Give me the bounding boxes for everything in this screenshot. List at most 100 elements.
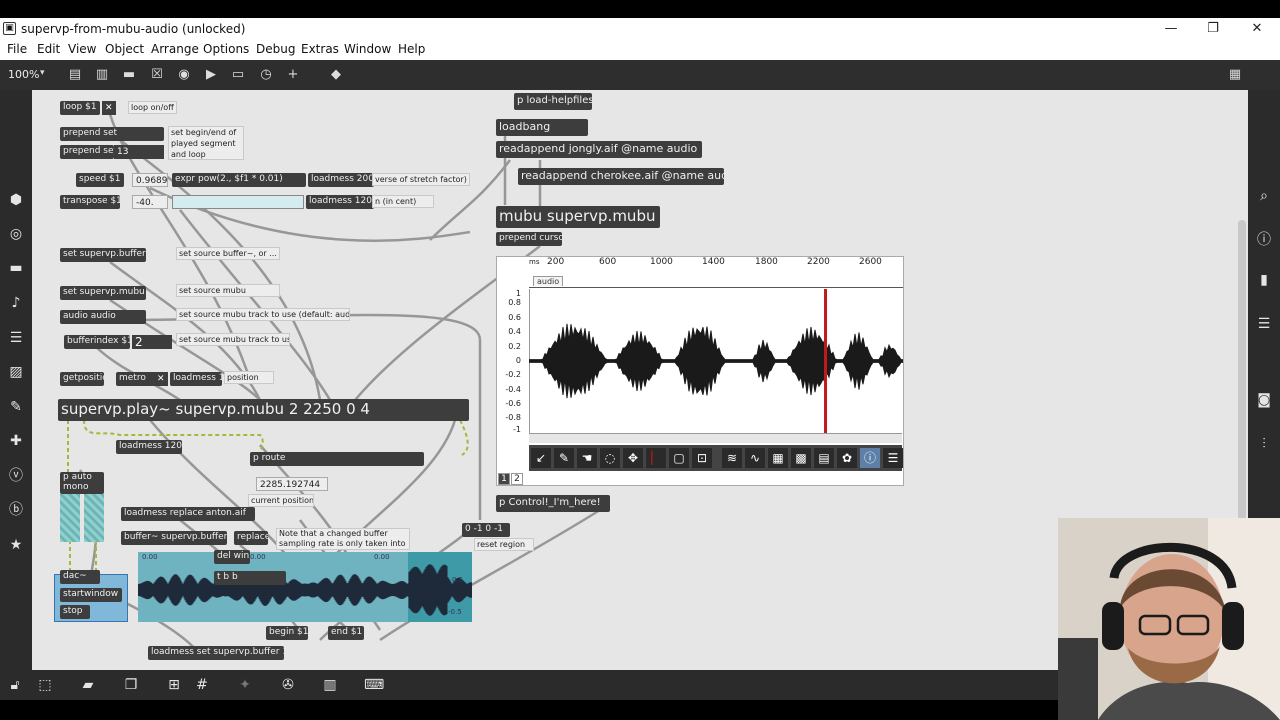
stretch-comment: verse of stretch factor) bbox=[372, 173, 470, 186]
transpose-object[interactable]: transpose $1 bbox=[60, 195, 120, 209]
matrix-mode-icon[interactable]: ▩ bbox=[791, 448, 811, 468]
buffer-label-1: 0.00 bbox=[142, 553, 158, 561]
hand-tool-icon[interactable]: ☚ bbox=[577, 448, 597, 468]
presentation-mode-icon[interactable]: ⬚ bbox=[35, 675, 55, 695]
reset-region-message[interactable]: 0 -1 0 -1 bbox=[462, 523, 510, 537]
transpose-slider[interactable] bbox=[172, 195, 304, 209]
stop-message[interactable]: stop bbox=[60, 605, 90, 619]
loadmess-120-object[interactable]: loadmess 120 bbox=[306, 195, 374, 209]
loadmess-setbuf-object[interactable]: loadmess set supervp.buffer 1 bbox=[148, 646, 284, 660]
piano-icon[interactable]: ▥ bbox=[320, 675, 340, 695]
y-tick: 0.8 bbox=[508, 298, 521, 307]
move-tool-icon[interactable]: ✥ bbox=[623, 448, 643, 468]
p-load-helpfiles-object[interactable]: p load-helpfiles bbox=[514, 93, 592, 110]
cent-comment: n (in cent) bbox=[372, 195, 434, 208]
sonogram-mode-icon[interactable]: ▤ bbox=[814, 448, 834, 468]
t-b-b-object[interactable]: t b b bbox=[214, 571, 286, 585]
cursor-tool-icon[interactable]: ▏ bbox=[646, 448, 666, 468]
dac-object[interactable]: dac~ bbox=[60, 570, 100, 584]
mubu-view[interactable]: ms 200 600 1000 1400 1800 2200 2600 audi… bbox=[496, 256, 904, 486]
level-meter-right bbox=[84, 494, 104, 542]
position-number[interactable]: 2285.192744 bbox=[256, 477, 328, 491]
expr-object[interactable]: expr pow(2., $f1 * 0.01) bbox=[172, 173, 306, 187]
pencil-tool-icon[interactable]: ✎ bbox=[554, 448, 574, 468]
windows-icon[interactable]: ❐ bbox=[121, 675, 141, 695]
buffer-waveform bbox=[138, 552, 472, 622]
del-win-object[interactable]: del win bbox=[214, 550, 250, 564]
align-icon[interactable]: ⊞ bbox=[164, 675, 184, 695]
page-2-tab[interactable]: 2 bbox=[511, 473, 523, 485]
loadmess-1-object[interactable]: loadmess 1 bbox=[170, 372, 222, 386]
y-tick: 0.2 bbox=[508, 342, 521, 351]
keyboard-icon[interactable]: ⌨ bbox=[364, 675, 384, 695]
p-auto-mono-object[interactable]: p auto mono bbox=[60, 472, 104, 494]
loadmess-replace-object[interactable]: loadmess replace anton.aif bbox=[121, 507, 255, 521]
buffer-object[interactable]: buffer~ supervp.buffer bbox=[121, 531, 227, 545]
snap-icon[interactable]: ✦ bbox=[235, 675, 255, 695]
supervp-play-object[interactable]: supervp.play~ supervp.mubu 2 2250 0 4 bbox=[58, 399, 469, 421]
page-1-tab[interactable]: 1 bbox=[498, 473, 510, 485]
startwindow-message[interactable]: startwindow bbox=[60, 588, 122, 602]
set-buffer-comment: set source buffer~, or ... bbox=[176, 247, 280, 260]
y-tick: -0.8 bbox=[505, 413, 521, 422]
grid-icon[interactable]: # bbox=[192, 675, 212, 695]
x-tick: 1000 bbox=[650, 257, 673, 267]
end-message[interactable]: end $1 bbox=[328, 626, 364, 640]
loadbang-object[interactable]: loadbang bbox=[496, 119, 588, 136]
comment-bubble-icon[interactable]: ▰ bbox=[78, 675, 98, 695]
getposition-message[interactable]: getposition bbox=[60, 372, 104, 386]
y-tick: -0.2 bbox=[505, 370, 521, 379]
y-tick: -0.4 bbox=[505, 385, 521, 394]
wrench-icon[interactable]: ✇ bbox=[278, 675, 298, 695]
prepend-cursor-object[interactable]: prepend cursor bbox=[496, 232, 562, 246]
bufferindex-number[interactable]: 2 bbox=[132, 335, 172, 349]
y-tick: -0.6 bbox=[505, 399, 521, 408]
webcam-image bbox=[1058, 518, 1280, 720]
readappend-jongly-message[interactable]: readappend jongly.aif @name audio bbox=[496, 141, 702, 158]
p-control-object[interactable]: p Control!_I'm_here! bbox=[496, 495, 610, 512]
prepend-set-object[interactable]: prepend set bbox=[60, 127, 164, 141]
edit-tool-icon[interactable]: ↙ bbox=[531, 448, 551, 468]
readappend-cherokee-message[interactable]: readappend cherokee.aif @name audio bbox=[518, 168, 724, 185]
prepend-set-object-2[interactable]: prepend set bbox=[60, 145, 114, 159]
lock-tool-icon[interactable]: ⊡ bbox=[692, 448, 712, 468]
begin-message[interactable]: begin $1 bbox=[266, 626, 308, 640]
set-mubu-message[interactable]: set supervp.mubu bbox=[60, 286, 146, 300]
speed-object[interactable]: speed $1 bbox=[76, 173, 124, 187]
y-tick: 0 bbox=[515, 356, 521, 365]
prepend-set-number[interactable]: 13 bbox=[114, 145, 164, 159]
metro-object[interactable]: metro bbox=[116, 372, 156, 386]
track-tab-audio[interactable]: audio bbox=[533, 276, 564, 286]
buffer-label-3: 0.00 bbox=[374, 553, 390, 561]
grid-mode-icon[interactable]: ▦ bbox=[768, 448, 788, 468]
loop-object[interactable]: loop $1 bbox=[60, 101, 100, 115]
lock-icon[interactable]: 🔓︎ bbox=[5, 675, 25, 695]
loadmess-200-object[interactable]: loadmess 200 bbox=[308, 173, 374, 187]
transpose-number[interactable]: -40. bbox=[132, 195, 168, 209]
set-buffer-message[interactable]: set supervp.buffer bbox=[60, 248, 146, 262]
y-tick: -1 bbox=[513, 425, 521, 434]
loop-comment: loop on/off bbox=[128, 101, 177, 114]
waveform-mode-icon[interactable]: ≋ bbox=[722, 448, 742, 468]
x-tick: 1400 bbox=[702, 257, 725, 267]
bufferindex-object[interactable]: bufferindex $1 bbox=[64, 335, 130, 349]
more-tools-icon[interactable]: ☰ bbox=[883, 448, 903, 468]
bpf-mode-icon[interactable]: ∿ bbox=[745, 448, 765, 468]
p-route-object[interactable]: p route bbox=[250, 452, 424, 466]
buffer-waveform-view[interactable]: 0.00 0.00 0.00 0.5 -0.5 bbox=[138, 552, 472, 622]
mubu-object[interactable]: mubu supervp.mubu bbox=[496, 206, 660, 228]
audio-message[interactable]: audio audio bbox=[60, 310, 146, 324]
replace-message[interactable]: replace bbox=[234, 531, 268, 545]
info-mode-icon[interactable]: ⓘ bbox=[860, 448, 880, 468]
marker-mode-icon[interactable]: ✿ bbox=[837, 448, 857, 468]
metro-toggle[interactable]: ✕ bbox=[154, 372, 168, 386]
track-divider bbox=[529, 287, 903, 288]
setbegin-comment: set begin/end of played segment and loop bbox=[168, 126, 244, 160]
loadmess-120b-object[interactable]: loadmess 120 bbox=[116, 440, 182, 454]
loop-toggle[interactable]: ✕ bbox=[102, 101, 116, 115]
max-app: ▣ supervp-from-mubu-audio (unlocked) — ❐… bbox=[0, 0, 1280, 720]
lasso-tool-icon[interactable]: ◌ bbox=[600, 448, 620, 468]
time-scrollbar[interactable] bbox=[529, 433, 902, 443]
speed-number[interactable]: 0.9689 bbox=[132, 173, 168, 187]
select-tool-icon[interactable]: ▢ bbox=[669, 448, 689, 468]
